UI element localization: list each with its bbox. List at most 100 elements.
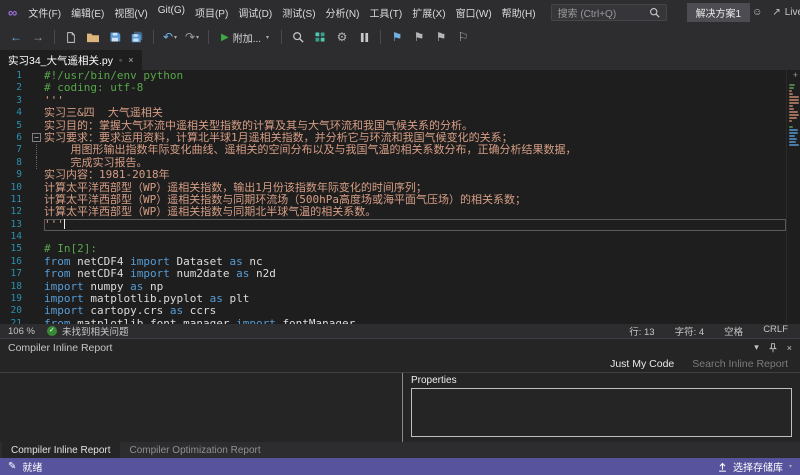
menu-item[interactable]: 调试(D) bbox=[233, 3, 277, 22]
search-inline-report-input[interactable]: Search Inline Report bbox=[692, 358, 788, 370]
clear-bookmarks-icon[interactable]: ⚐ bbox=[453, 27, 473, 47]
new-file-icon[interactable] bbox=[61, 27, 81, 47]
publish-up-icon bbox=[717, 461, 728, 472]
position-item[interactable]: CRLF bbox=[763, 324, 788, 338]
next-bookmark-icon[interactable]: ⚑ bbox=[431, 27, 451, 47]
split-editor-handle[interactable]: + bbox=[793, 70, 798, 81]
code-line-text: 实习三&四 大气遥相关 bbox=[44, 107, 786, 119]
feedback-icon[interactable]: ☺ bbox=[752, 7, 762, 18]
code-token: num2date bbox=[176, 268, 236, 280]
code-token: np bbox=[150, 281, 163, 293]
save-all-icon[interactable] bbox=[127, 27, 147, 47]
panel-body: Properties bbox=[0, 373, 800, 442]
position-item[interactable]: 空格 bbox=[724, 324, 743, 338]
fold-column bbox=[30, 120, 44, 132]
window-menu-icon[interactable]: ▾ bbox=[754, 342, 759, 353]
navigate-backward-icon[interactable]: ← bbox=[6, 27, 26, 47]
code-line[interactable]: 17from netCDF4 import num2date as n2d bbox=[0, 268, 786, 280]
find-in-files-icon[interactable] bbox=[288, 27, 308, 47]
position-item[interactable]: 行: 13 bbox=[629, 324, 654, 338]
menu-item[interactable]: 编辑(E) bbox=[66, 3, 109, 22]
properties-window-icon[interactable]: ⚙ bbox=[332, 27, 352, 47]
live-share-button[interactable]: ↗ Live Share bbox=[772, 7, 800, 18]
ready-label: 就绪 bbox=[22, 459, 42, 474]
code-line[interactable]: 2# coding: utf-8 bbox=[0, 82, 786, 94]
line-number: 18 bbox=[0, 281, 30, 293]
code-line[interactable]: 7 用图形输出指数年际变化曲线、遥相关的空间分布以及与我国气温的相关系数分布，正… bbox=[0, 144, 786, 156]
code-line-text: ''' bbox=[44, 95, 786, 107]
close-icon[interactable]: × bbox=[787, 343, 792, 353]
undo-icon[interactable]: ↶▾ bbox=[160, 27, 180, 47]
line-number: 21 bbox=[0, 318, 30, 324]
tab-state-icon[interactable]: ◦ bbox=[119, 55, 122, 65]
code-line[interactable]: 13''' bbox=[0, 219, 786, 231]
menu-item[interactable]: 测试(S) bbox=[277, 3, 320, 22]
open-file-icon[interactable] bbox=[83, 27, 103, 47]
code-line[interactable]: 11计算太平洋西部型（WP）遥相关指数与同期环流场（500hPa高度场或海平面气… bbox=[0, 194, 786, 206]
code-line[interactable]: 18import numpy as np bbox=[0, 281, 786, 293]
line-number: 15 bbox=[0, 243, 30, 255]
code-line[interactable]: 15# In[2]: bbox=[0, 243, 786, 255]
panel-tab[interactable]: Compiler Inline Report bbox=[2, 442, 120, 458]
code-line[interactable]: 1#!/usr/bin/env python bbox=[0, 70, 786, 82]
attach-debug-button[interactable]: ▶ 附加... ▾ bbox=[215, 27, 275, 47]
code-token: 实习要求：要求运用资料，计算北半球1月遥相关指数，并分析它与环流和我国气候变化的… bbox=[44, 132, 513, 144]
menu-item[interactable]: 视图(V) bbox=[109, 3, 152, 22]
code-line[interactable]: 12计算太平洋西部型（WP）遥相关指数与同期北半球气温的相关系数。 bbox=[0, 206, 786, 218]
code-health-indicator[interactable]: ✓ 未找到相关问题 bbox=[47, 324, 129, 338]
code-line[interactable]: 19import matplotlib.pyplot as plt bbox=[0, 293, 786, 305]
menu-item[interactable]: 项目(P) bbox=[190, 3, 233, 22]
menu-item[interactable]: 工具(T) bbox=[364, 3, 407, 22]
code-line[interactable]: 4实习三&四 大气遥相关 bbox=[0, 107, 786, 119]
navigate-forward-icon[interactable]: → bbox=[28, 27, 48, 47]
code-token: 计算太平洋西部型（WP）遥相关指数，输出1月份该指数年际变化的时间序列； bbox=[44, 182, 427, 194]
menu-item[interactable]: 文件(F) bbox=[23, 3, 66, 22]
minimap-scrollbar[interactable]: + bbox=[786, 70, 800, 324]
code-line-text bbox=[44, 231, 786, 243]
code-line[interactable]: 20import cartopy.crs as ccrs bbox=[0, 305, 786, 317]
code-token: as bbox=[130, 281, 150, 293]
break-all-icon[interactable] bbox=[354, 27, 374, 47]
code-line-text: 计算太平洋西部型（WP）遥相关指数与同期环流场（500hPa高度场或海平面气压场… bbox=[44, 194, 786, 206]
save-icon[interactable] bbox=[105, 27, 125, 47]
code-line[interactable]: 6−实习要求：要求运用资料，计算北半球1月遥相关指数，并分析它与环流和我国气候变… bbox=[0, 132, 786, 144]
code-line-text: from matplotlib.font_manager import font… bbox=[44, 318, 786, 324]
zoom-level-control[interactable]: 106 % bbox=[8, 326, 35, 337]
caret-position-group: 行: 13 字符: 4 空格 CRLF bbox=[629, 324, 792, 338]
code-line[interactable]: 21 from matplotlib.font_manager import fo… bbox=[0, 318, 786, 324]
solution-badge[interactable]: 解决方案1 bbox=[687, 3, 751, 22]
repo-picker-button[interactable]: 选择存储库 ▾ bbox=[717, 459, 792, 474]
attach-label: 附加... bbox=[233, 30, 261, 45]
menu-item[interactable]: 扩展(X) bbox=[407, 3, 450, 22]
code-area[interactable]: 1#!/usr/bin/env python2# coding: utf-83'… bbox=[0, 70, 786, 324]
minimap-line-mark bbox=[789, 117, 797, 119]
code-line[interactable]: 5实习目的：掌握大气环流中遥相关型指数的计算及其与大气环流和我国气候关系的分析。 bbox=[0, 120, 786, 132]
document-tab[interactable]: 实习34_大气遥相关.py ◦ × bbox=[0, 50, 142, 70]
fold-collapse-icon[interactable]: − bbox=[32, 133, 41, 142]
live-share-icon: ↗ bbox=[772, 7, 780, 18]
previous-bookmark-icon[interactable]: ⚑ bbox=[409, 27, 429, 47]
start-debug-icon: ▶ bbox=[221, 32, 229, 43]
pin-icon[interactable] bbox=[768, 343, 778, 353]
toggle-bookmark-icon[interactable]: ⚑ bbox=[387, 27, 407, 47]
code-line[interactable]: 16from netCDF4 import Dataset as nc bbox=[0, 256, 786, 268]
redo-icon[interactable]: ↷▾ bbox=[182, 27, 202, 47]
panel-tab[interactable]: Compiler Optimization Report bbox=[121, 442, 270, 458]
quick-search-box[interactable]: 搜索 (Ctrl+Q) bbox=[551, 4, 667, 21]
code-line[interactable]: 9实习内容：1981-2018年 bbox=[0, 169, 786, 181]
code-line[interactable]: 10计算太平洋西部型（WP）遥相关指数，输出1月份该指数年际变化的时间序列； bbox=[0, 182, 786, 194]
menu-item[interactable]: 分析(N) bbox=[321, 3, 365, 22]
just-my-code-toggle[interactable]: Just My Code bbox=[610, 358, 674, 370]
solution-explorer-icon[interactable] bbox=[310, 27, 330, 47]
code-token: netCDF4 bbox=[77, 268, 130, 280]
menu-item[interactable]: 帮助(H) bbox=[497, 3, 541, 22]
code-editor[interactable]: 1#!/usr/bin/env python2# coding: utf-83'… bbox=[0, 70, 800, 324]
code-line[interactable]: 14 bbox=[0, 231, 786, 243]
minimap-line-mark bbox=[789, 126, 793, 128]
code-line[interactable]: 3''' bbox=[0, 95, 786, 107]
code-line[interactable]: 8 完成实习报告。 bbox=[0, 157, 786, 169]
position-item[interactable]: 字符: 4 bbox=[675, 324, 705, 338]
tab-close-icon[interactable]: × bbox=[128, 55, 133, 65]
menu-item[interactable]: 窗口(W) bbox=[451, 3, 497, 22]
menu-item[interactable]: Git(G) bbox=[153, 3, 190, 22]
